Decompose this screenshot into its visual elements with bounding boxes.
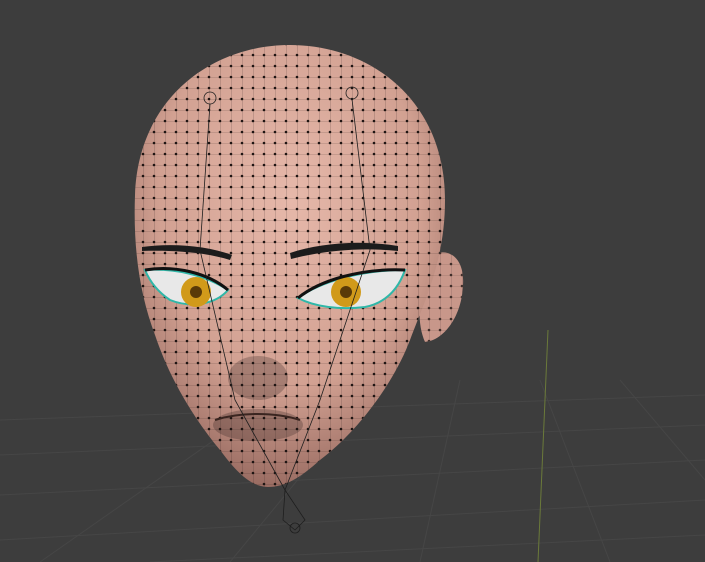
viewport-canvas[interactable]: [0, 0, 705, 562]
head-mesh[interactable]: [130, 40, 450, 490]
3d-viewport[interactable]: [0, 0, 705, 562]
y-axis-line: [537, 329, 549, 562]
